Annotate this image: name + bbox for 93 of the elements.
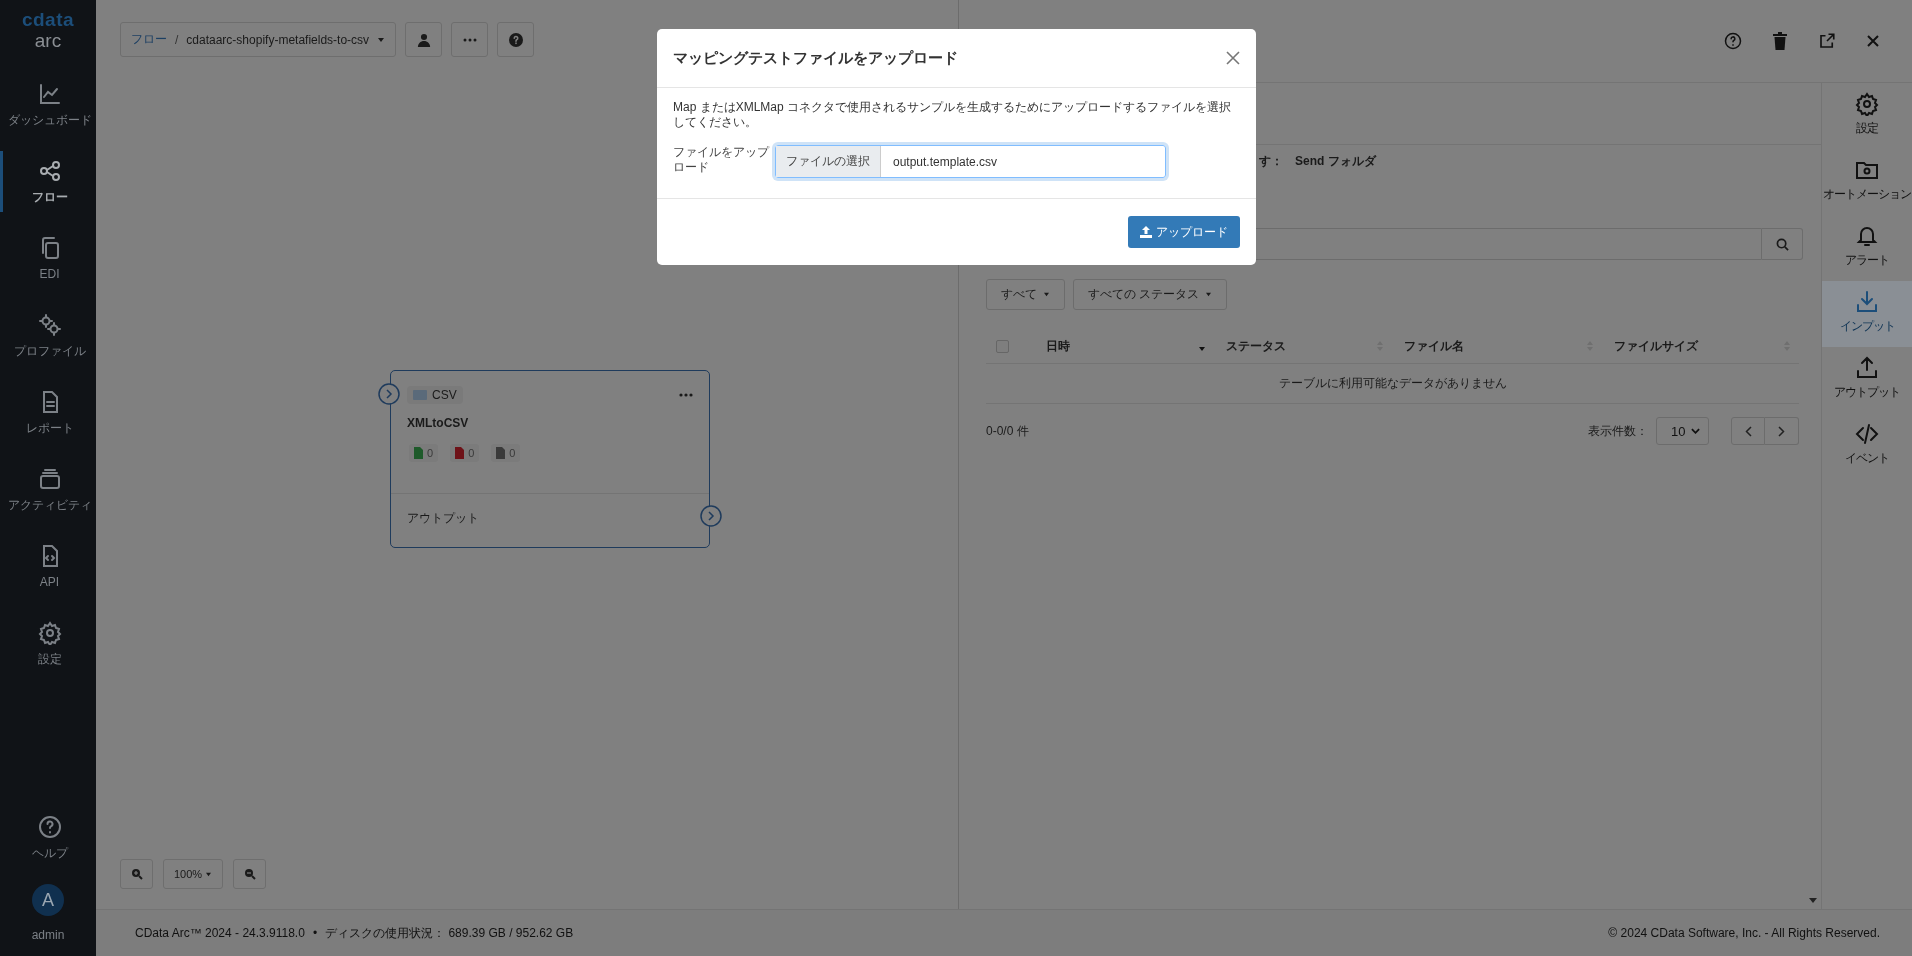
file-count: 0 [409,444,439,462]
connector-title: XMLtoCSV [406,415,470,430]
separator-dot: • [312,926,318,940]
file-count: 0 [450,444,480,462]
nav-item[interactable]: 設定 [0,613,96,674]
logo-product: arc [34,30,62,52]
caret-icon [377,36,386,43]
external-link-icon[interactable] [1818,32,1836,50]
chevron-left-icon [1744,425,1752,437]
gear-icon [37,621,62,645]
connector-type-badge: CSV [407,386,463,404]
user-name: admin [31,928,65,942]
upload-icon [1855,356,1879,380]
nav-item[interactable]: フロー [0,151,96,212]
zoom-in-button[interactable] [120,859,153,889]
connector-card[interactable]: CSV XMLtoCSV 0 0 0 アウトプット [390,370,710,548]
file-count: 0 [491,444,521,462]
nav-item[interactable]: アクティビティ [0,459,96,520]
side-tab[interactable]: アラート [1822,215,1912,281]
side-tab[interactable]: 設定 [1822,83,1912,149]
share-icon [37,159,62,183]
column-header[interactable]: ステータス [1226,337,1286,355]
caret-icon [205,871,213,877]
nav-item[interactable]: プロファイル [0,305,96,366]
side-tab[interactable]: アウトプット [1822,347,1912,413]
user-avatar[interactable]: A [32,884,64,916]
output-port-icon[interactable] [700,505,722,527]
column-header[interactable]: 日時 [1046,337,1070,355]
input-port-icon[interactable] [378,383,400,405]
next-page-button[interactable] [1765,417,1799,445]
version-text: CData Arc™ 2024 - 24.3.9118.0 [135,926,305,940]
field-label: ファイルをアップロード [673,145,769,175]
previous-page-button[interactable] [1731,417,1765,445]
column-header[interactable]: ファイル名 [1404,337,1464,355]
empty-table-message: テーブルに利用可能なデータがありません [986,364,1799,404]
copyright-text: © 2024 CData Software, Inc. - All Rights Reserved. [1608,926,1880,940]
filter-dropdown[interactable]: すべての ステータス [1073,279,1228,310]
more-icon [462,37,477,42]
close-icon[interactable] [1226,51,1240,65]
zoom-out-button[interactable] [233,859,267,889]
code-icon [1855,422,1879,446]
csv-file-icon [413,390,427,400]
nav-item[interactable]: API [0,536,96,597]
user-icon [416,32,431,47]
stack-icon [37,467,62,491]
select-all-checkbox[interactable] [996,339,1009,353]
zoom-out-icon [243,868,256,880]
search-button[interactable] [1762,228,1803,260]
side-tab[interactable]: インプット [1822,281,1912,347]
bell-icon [1855,224,1879,248]
caret-icon [1043,292,1050,297]
download-icon [1855,290,1879,314]
chevron-right-icon [1778,425,1785,437]
dialog-description: Map またはXMLMap コネクタで使用されるサンプルを生成するためにアップロードするファイルを選択してください。 [673,100,1233,130]
side-tab[interactable]: オートメーション [1822,149,1912,215]
nav-item[interactable]: レポート [0,382,96,443]
send-hint-text: す： [1259,153,1283,170]
output-label: アウトプット [407,511,479,525]
side-tab[interactable]: イベント [1822,413,1912,479]
choose-file-button[interactable]: ファイルの選択 [776,146,881,177]
disk-usage-text: ディスクの使用状況： 689.39 GB / 952.62 GB [325,924,574,942]
file-input-field[interactable]: ファイルの選択 output.template.csv [775,145,1166,178]
help-button[interactable] [497,22,535,57]
help-nav-item[interactable]: ヘルプ [0,807,96,868]
help-icon [37,815,62,839]
close-icon[interactable] [1866,34,1880,48]
upload-icon [1140,226,1152,238]
gears-icon [37,313,62,337]
chevron-down-icon [1691,428,1700,434]
trash-icon[interactable] [1772,32,1788,50]
upload-button[interactable]: アップロード [1128,216,1240,248]
record-count: 0-0/0 件 [986,422,1029,440]
column-header[interactable]: ファイルサイズ [1614,337,1698,355]
nav-item[interactable]: EDI [0,228,96,289]
zoom-level-dropdown[interactable]: 100% [163,859,224,889]
user-button[interactable] [405,22,443,57]
gear-icon [1855,92,1879,116]
page-size-select[interactable]: 10 [1656,417,1709,445]
search-icon [1775,237,1789,251]
nav-item[interactable]: ダッシュボード [0,74,96,135]
chart-icon [37,82,62,106]
dialog-title: マッピングテストファイルをアップロード [673,48,958,68]
send-folder-label: Send フォルダ [1295,153,1376,170]
breadcrumb-button[interactable]: フロー / cdataarc-shopify-metafields-to-csv [120,22,397,57]
more-icon[interactable] [679,393,693,397]
logo-brand: cdata [21,10,75,30]
zoom-in-icon [130,868,143,880]
help-icon[interactable] [1724,32,1742,50]
help-icon [508,32,523,47]
scroll-down-icon[interactable] [1809,898,1817,903]
page-size-label: 表示件数： [1588,422,1648,440]
caret-icon [1205,292,1213,297]
filter-dropdown[interactable]: すべて [986,279,1065,310]
